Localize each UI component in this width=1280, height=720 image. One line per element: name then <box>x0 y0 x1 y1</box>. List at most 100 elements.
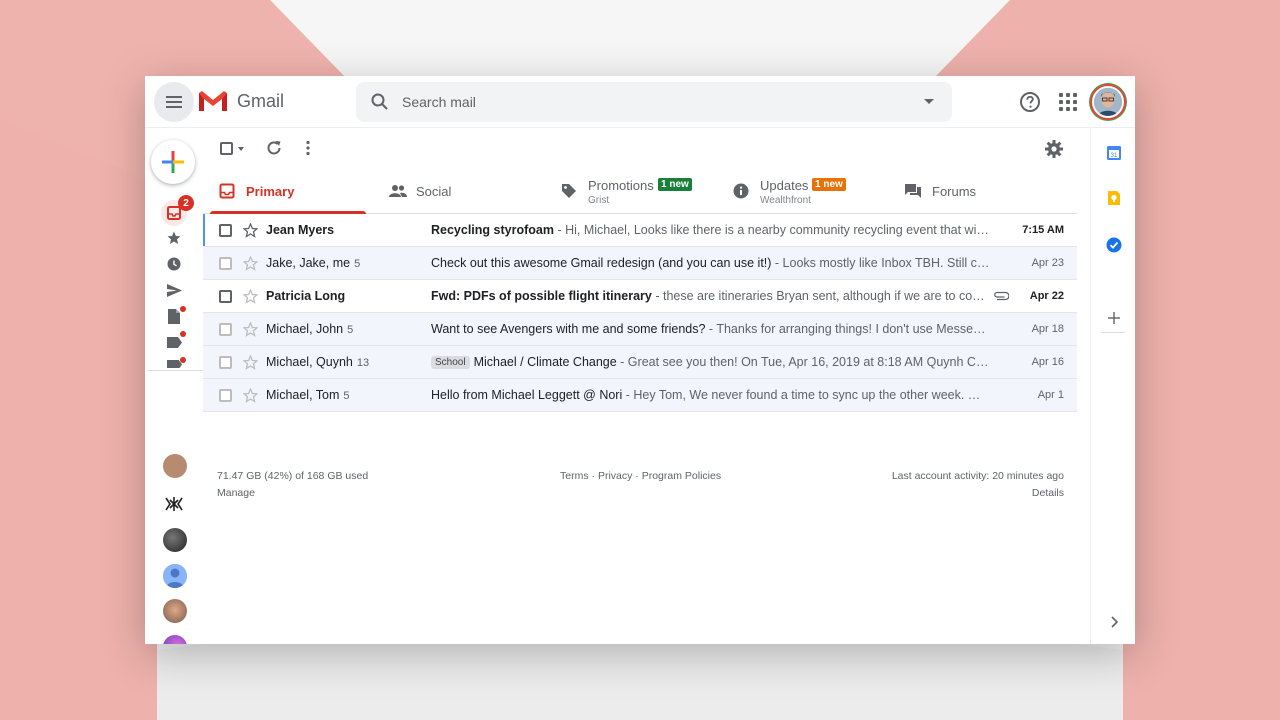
tab-primary[interactable]: Primary <box>203 168 373 214</box>
star-outline-icon[interactable] <box>243 388 258 403</box>
email-subject-line: Recycling styrofoam - Hi, Michael, Looks… <box>431 223 991 237</box>
email-row[interactable]: Jake, Jake, me 5 Check out this awesome G… <box>203 247 1077 280</box>
attachment-paperclip-icon <box>994 291 1009 301</box>
calendar-icon[interactable]: 31 <box>1106 145 1122 161</box>
starred-icon[interactable] <box>166 230 182 246</box>
tab-updates-sender: Wealthfront <box>760 195 811 206</box>
svg-text:31: 31 <box>1111 153 1118 159</box>
email-subject-line: Want to see Avengers with me and some fr… <box>431 322 991 336</box>
hangouts-me-avatar[interactable] <box>163 454 187 478</box>
drafts-dot <box>180 306 186 312</box>
tag-icon <box>562 184 576 198</box>
hamburger-icon <box>166 96 182 108</box>
email-row[interactable]: Jean Myers Recycling styrofoam - Hi, Mic… <box>203 214 1077 247</box>
sent-icon[interactable] <box>166 282 182 298</box>
email-date: Apr 1 <box>1037 389 1064 401</box>
email-date: Apr 23 <box>1031 257 1064 269</box>
email-sender: Jake, Jake, me 5 <box>266 256 361 270</box>
more-vert-icon[interactable] <box>305 140 311 156</box>
tasks-check-icon[interactable] <box>1106 237 1122 253</box>
tab-promotions[interactable]: Promotions 1 new Grist <box>545 168 717 214</box>
help-icon[interactable] <box>1019 91 1041 113</box>
tab-promotions-sender: Grist <box>588 195 610 206</box>
tab-social-label: Social <box>416 184 452 199</box>
row-checkbox[interactable] <box>219 290 232 303</box>
contact-avatar-1[interactable] <box>163 528 187 552</box>
expand-panel-chevron-right-icon[interactable] <box>1106 614 1122 630</box>
email-subject: Fwd: PDFs of possible flight itinerary <box>431 289 652 303</box>
star-outline-icon[interactable] <box>243 256 258 271</box>
row-checkbox[interactable] <box>219 356 232 369</box>
tab-forums-label: Forums <box>932 184 977 199</box>
privacy-link[interactable]: Privacy <box>598 470 632 482</box>
tab-updates[interactable]: Updates 1 new Wealthfront <box>717 168 889 214</box>
email-snippet: - Hi, Michael, Looks like there is a nea… <box>557 223 991 237</box>
email-sender: Michael, Quynh 13 <box>266 355 370 369</box>
contact-avatar-3[interactable] <box>163 599 187 623</box>
inbox-unread-badge: 2 <box>178 195 194 211</box>
keep-bulb-icon[interactable] <box>1106 190 1122 206</box>
email-subject-line: Hello from Michael Leggett @ Nori - Hey … <box>431 388 991 402</box>
add-addon-plus-icon[interactable] <box>1106 310 1122 326</box>
label-dot-2 <box>180 357 186 363</box>
email-subject-line: Fwd: PDFs of possible flight itinerary -… <box>431 289 987 303</box>
search-bar[interactable] <box>356 82 952 122</box>
main-menu-button[interactable] <box>154 82 194 122</box>
refresh-icon[interactable] <box>266 140 282 156</box>
user-face-icon <box>1094 88 1122 116</box>
google-apps-icon[interactable] <box>1059 93 1077 111</box>
email-sender: Jean Myers <box>266 223 335 237</box>
compose-button[interactable] <box>151 140 195 184</box>
search-icon[interactable] <box>370 92 390 112</box>
row-checkbox[interactable] <box>219 389 232 402</box>
hangouts-status-icon[interactable] <box>165 496 183 512</box>
contact-avatar-4[interactable] <box>163 635 187 644</box>
snoozed-clock-icon[interactable] <box>166 256 182 272</box>
account-avatar[interactable] <box>1092 86 1124 118</box>
email-snippet: - Thanks for arranging things! I don't u… <box>708 322 991 336</box>
email-sender: Michael, Tom 5 <box>266 388 350 402</box>
search-options-chevron-down-icon[interactable] <box>924 99 934 104</box>
label-chip[interactable]: School <box>431 356 470 369</box>
row-checkbox[interactable] <box>219 323 232 336</box>
activity-details-link[interactable]: Details <box>1032 487 1064 499</box>
email-row[interactable]: Michael, Tom 5 Hello from Michael Leggett… <box>203 379 1077 412</box>
email-row[interactable]: Patricia Long Fwd: PDFs of possible flig… <box>203 280 1077 313</box>
inbox-icon <box>219 183 235 199</box>
email-date: Apr 22 <box>1029 290 1064 302</box>
contact-avatar-2[interactable] <box>163 564 187 588</box>
email-subject-line: Check out this awesome Gmail redesign (a… <box>431 256 991 270</box>
star-outline-icon[interactable] <box>243 322 258 337</box>
app-name: Gmail <box>237 90 285 111</box>
manage-storage-link[interactable]: Manage <box>217 487 255 499</box>
terms-link[interactable]: Terms <box>560 470 589 482</box>
tab-primary-label: Primary <box>246 184 295 199</box>
select-all-checkbox[interactable] <box>220 142 233 155</box>
row-checkbox[interactable] <box>219 257 232 270</box>
thread-count: 13 <box>356 357 370 369</box>
label-icon[interactable] <box>166 334 182 350</box>
tab-updates-label: Updates <box>760 178 809 193</box>
email-row[interactable]: Michael, Quynh 13 School Michael / Climate… <box>203 346 1077 379</box>
side-panel-divider <box>1101 332 1125 333</box>
forum-icon <box>905 184 921 198</box>
star-outline-icon[interactable] <box>243 355 258 370</box>
email-date: Apr 16 <box>1031 356 1064 368</box>
star-outline-icon[interactable] <box>243 223 258 238</box>
left-rail: 2 <box>145 128 203 644</box>
email-row[interactable]: Michael, John 5 Want to see Avengers with… <box>203 313 1077 346</box>
settings-gear-icon[interactable] <box>1045 140 1063 158</box>
search-input[interactable] <box>402 94 902 110</box>
row-checkbox[interactable] <box>219 224 232 237</box>
header: Gmail <box>145 76 1135 128</box>
email-snippet: - Great see you then! On Tue, Apr 16, 20… <box>616 355 991 369</box>
email-sender: Patricia Long <box>266 289 346 303</box>
star-outline-icon[interactable] <box>243 289 258 304</box>
gmail-window: Gmail Search mail 2 Primary Social Promo… <box>145 76 1135 644</box>
gmail-logo[interactable]: Gmail <box>197 89 284 113</box>
tab-forums[interactable]: Forums <box>889 168 1061 214</box>
email-subject: Want to see Avengers with me and some fr… <box>431 322 706 336</box>
program-policies-link[interactable]: Program Policies <box>642 470 721 482</box>
tab-social[interactable]: Social <box>373 168 545 214</box>
select-options-chevron-down-icon[interactable] <box>238 147 244 151</box>
